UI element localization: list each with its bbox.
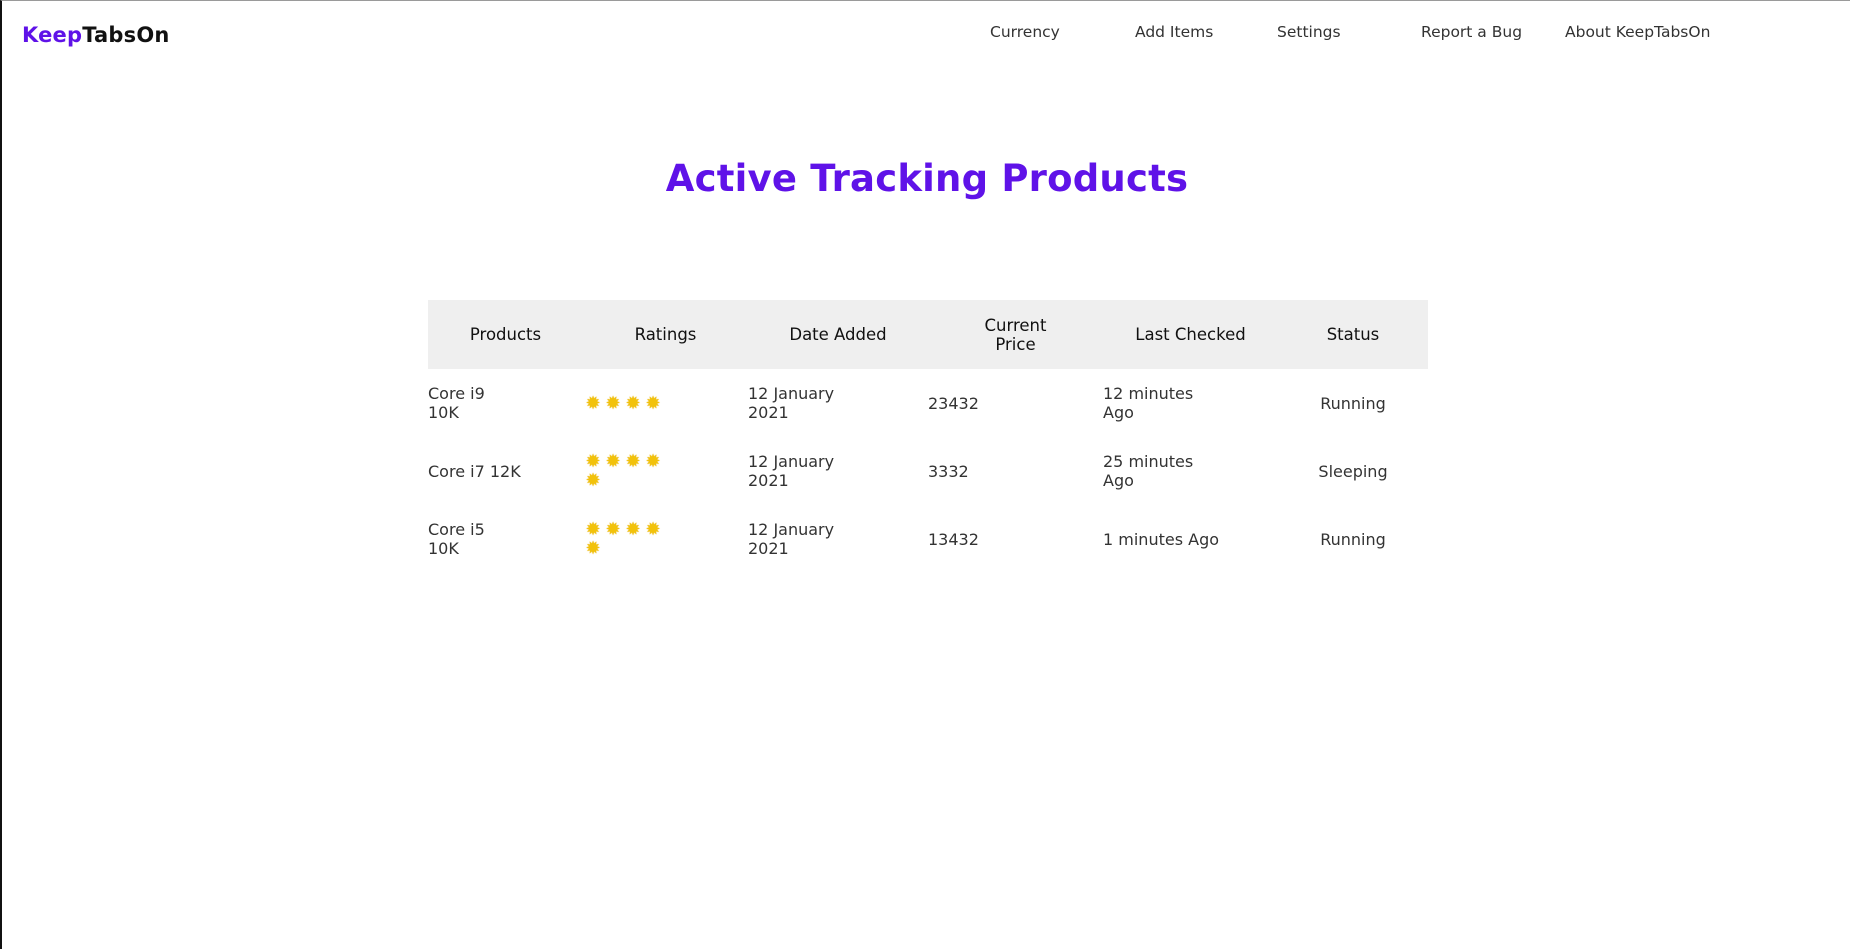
header-products: Products xyxy=(469,325,542,344)
cell-current-price: 13432 xyxy=(928,529,979,549)
date-added: 12 January 2021 xyxy=(748,452,835,490)
star-icon: ✹ xyxy=(605,451,621,472)
cell-date-added: 12 January 2021 xyxy=(748,369,928,437)
table-row[interactable]: Core i5 10K ✹ ✹ ✹ ✹✹ 12 January 2021 13432 … xyxy=(428,505,1428,573)
star-icon: ✹ xyxy=(625,392,641,414)
last-checked: 1 minutes Ago xyxy=(1103,529,1220,549)
rating-stars: ✹ ✹ ✹ ✹✹ xyxy=(583,452,669,490)
product-name: Core i9 10K xyxy=(428,384,485,422)
table-body: Core i9 10K ✹ ✹ ✹ ✹ 12 January 2021 23432 1… xyxy=(428,369,1428,573)
nav-link-currency[interactable]: Currency xyxy=(990,23,1060,41)
header-last-checked: Last Checked xyxy=(1135,325,1246,344)
cell-current-price: 23432 xyxy=(928,393,979,413)
star-icon: ✹ xyxy=(585,519,601,540)
page-title: Active Tracking Products xyxy=(665,157,1189,200)
header-date-added: Date Added xyxy=(789,325,887,344)
table-header: Products Ratings Date Added Current Pric… xyxy=(428,300,1428,369)
star-icon: ✹ xyxy=(645,451,661,472)
product-name: Core i7 12K xyxy=(428,461,521,481)
cell-rating: ✹ ✹ ✹ ✹ xyxy=(583,369,748,437)
cell-last-checked: 25 minutes Ago xyxy=(1103,437,1278,505)
cell-status: Running xyxy=(1320,529,1386,549)
cell-product: Core i7 12K xyxy=(428,437,583,505)
table-header-row: Products Ratings Date Added Current Pric… xyxy=(428,300,1428,369)
cell-current-price: 3332 xyxy=(928,461,969,481)
cell-status: Sleeping xyxy=(1318,461,1388,481)
star-icon: ✹ xyxy=(585,451,601,472)
date-added: 12 January 2021 xyxy=(748,520,835,558)
date-added: 12 January 2021 xyxy=(748,384,835,422)
last-checked: 12 minutes Ago xyxy=(1103,384,1194,422)
cell-product: Core i5 10K xyxy=(428,505,583,573)
cell-date-added: 12 January 2021 xyxy=(748,505,928,573)
cell-product: Core i9 10K xyxy=(428,369,583,437)
nav-link-settings[interactable]: Settings xyxy=(1277,23,1341,41)
star-icon: ✹ xyxy=(585,470,601,491)
star-icon: ✹ xyxy=(585,392,601,414)
cell-date-added: 12 January 2021 xyxy=(748,437,928,505)
nav-links: Currency Add Items Settings Report a Bug… xyxy=(2,23,1850,47)
star-icon: ✹ xyxy=(625,519,641,540)
last-checked: 25 minutes Ago xyxy=(1103,452,1194,490)
header-ratings: Ratings xyxy=(634,325,697,344)
table-row[interactable]: Core i7 12K ✹ ✹ ✹ ✹✹ 12 January 2021 3332 2… xyxy=(428,437,1428,505)
product-name: Core i5 10K xyxy=(428,520,485,558)
cell-rating: ✹ ✹ ✹ ✹✹ xyxy=(583,437,748,505)
star-icon: ✹ xyxy=(645,392,661,414)
cell-last-checked: 12 minutes Ago xyxy=(1103,369,1278,437)
nav-link-add-items[interactable]: Add Items xyxy=(1135,23,1213,41)
products-table: Products Ratings Date Added Current Pric… xyxy=(428,300,1428,573)
star-icon: ✹ xyxy=(625,451,641,472)
rating-stars: ✹ ✹ ✹ ✹ xyxy=(583,394,669,413)
cell-status: Running xyxy=(1320,393,1386,413)
star-icon: ✹ xyxy=(605,519,621,540)
header-current-price-label: Current Price xyxy=(984,315,1047,354)
table-row[interactable]: Core i9 10K ✹ ✹ ✹ ✹ 12 January 2021 23432 1… xyxy=(428,369,1428,437)
header-status: Status xyxy=(1326,325,1380,344)
cell-rating: ✹ ✹ ✹ ✹✹ xyxy=(583,505,748,573)
star-icon: ✹ xyxy=(645,519,661,540)
nav-link-report-bug[interactable]: Report a Bug xyxy=(1421,23,1522,41)
top-navbar: KeepTabsOn Currency Add Items Settings R… xyxy=(2,1,1850,73)
cell-last-checked: 1 minutes Ago xyxy=(1103,505,1278,573)
star-icon: ✹ xyxy=(585,538,601,559)
nav-link-about[interactable]: About KeepTabsOn xyxy=(1565,23,1710,41)
header-current-price: Current Price xyxy=(928,300,1103,369)
rating-stars: ✹ ✹ ✹ ✹✹ xyxy=(583,520,669,558)
star-icon: ✹ xyxy=(605,392,621,414)
